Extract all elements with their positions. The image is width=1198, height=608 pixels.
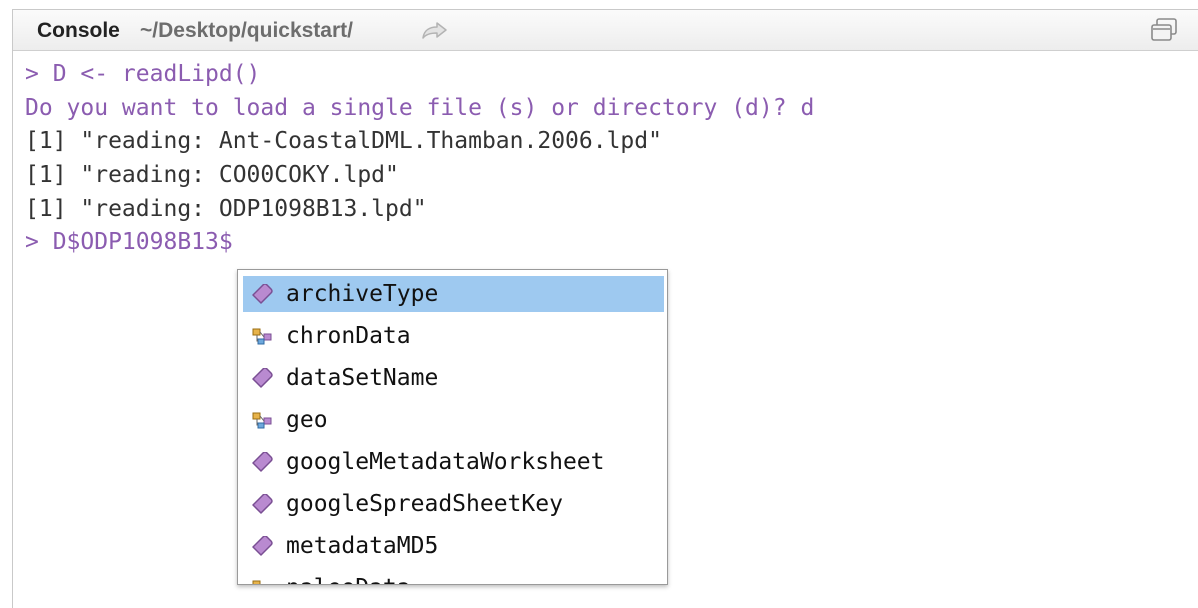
autocomplete-item-label: metadataMD5 (286, 533, 439, 559)
autocomplete-item[interactable]: googleSpreadSheetKey (243, 486, 664, 522)
autocomplete-item[interactable]: geo (243, 402, 664, 438)
console-header: Console ~/Desktop/quickstart/ (13, 10, 1198, 51)
autocomplete-item[interactable]: archiveType (243, 276, 664, 312)
pane-title[interactable]: Console (37, 19, 120, 43)
console-line: [1] "reading: Ant-CoastalDML.Thamban.200… (25, 128, 662, 155)
autocomplete-item-label: geo (286, 407, 328, 433)
autocomplete-item-label: googleSpreadSheetKey (286, 491, 563, 517)
maximize-icon[interactable] (1150, 17, 1178, 43)
tag-icon (252, 536, 273, 556)
autocomplete-item-label: googleMetadataWorksheet (286, 449, 605, 475)
console-prompt-input[interactable]: > D$ODP1098B13$ (25, 226, 1185, 260)
autocomplete-item-label: chronData (286, 323, 411, 349)
list-structure-icon (252, 580, 261, 584)
console-line: Do you want to load a single file (s) or… (25, 94, 815, 121)
autocomplete-item-label: dataSetName (286, 365, 439, 391)
tag-icon (252, 368, 273, 388)
tag-icon (252, 494, 273, 514)
autocomplete-item[interactable]: chronData (243, 318, 664, 354)
console-output[interactable]: > D <- readLipd() Do you want to load a … (25, 58, 1185, 260)
list-structure-icon (252, 412, 272, 429)
working-directory-path: ~/Desktop/quickstart/ (140, 19, 353, 42)
autocomplete-item[interactable]: dataSetName (243, 360, 664, 396)
tag-icon (252, 452, 273, 472)
autocomplete-item-label: paleoData (286, 570, 411, 584)
console-line: > D <- readLipd() (25, 61, 261, 87)
arrow-right-icon[interactable] (420, 21, 448, 41)
console-line: [1] "reading: ODP1098B13.lpd" (25, 195, 427, 222)
list-structure-icon (252, 328, 272, 345)
autocomplete-item[interactable]: metadataMD5 (243, 528, 664, 564)
autocomplete-item[interactable]: googleMetadataWorksheet (243, 444, 664, 480)
autocomplete-popup[interactable]: archiveType chronData dataSetName geo go… (237, 269, 668, 585)
console-line: [1] "reading: CO00COKY.lpd" (25, 162, 399, 189)
tag-icon (252, 284, 273, 304)
autocomplete-item-label: archiveType (286, 281, 439, 307)
autocomplete-item[interactable]: paleoData (243, 570, 664, 584)
